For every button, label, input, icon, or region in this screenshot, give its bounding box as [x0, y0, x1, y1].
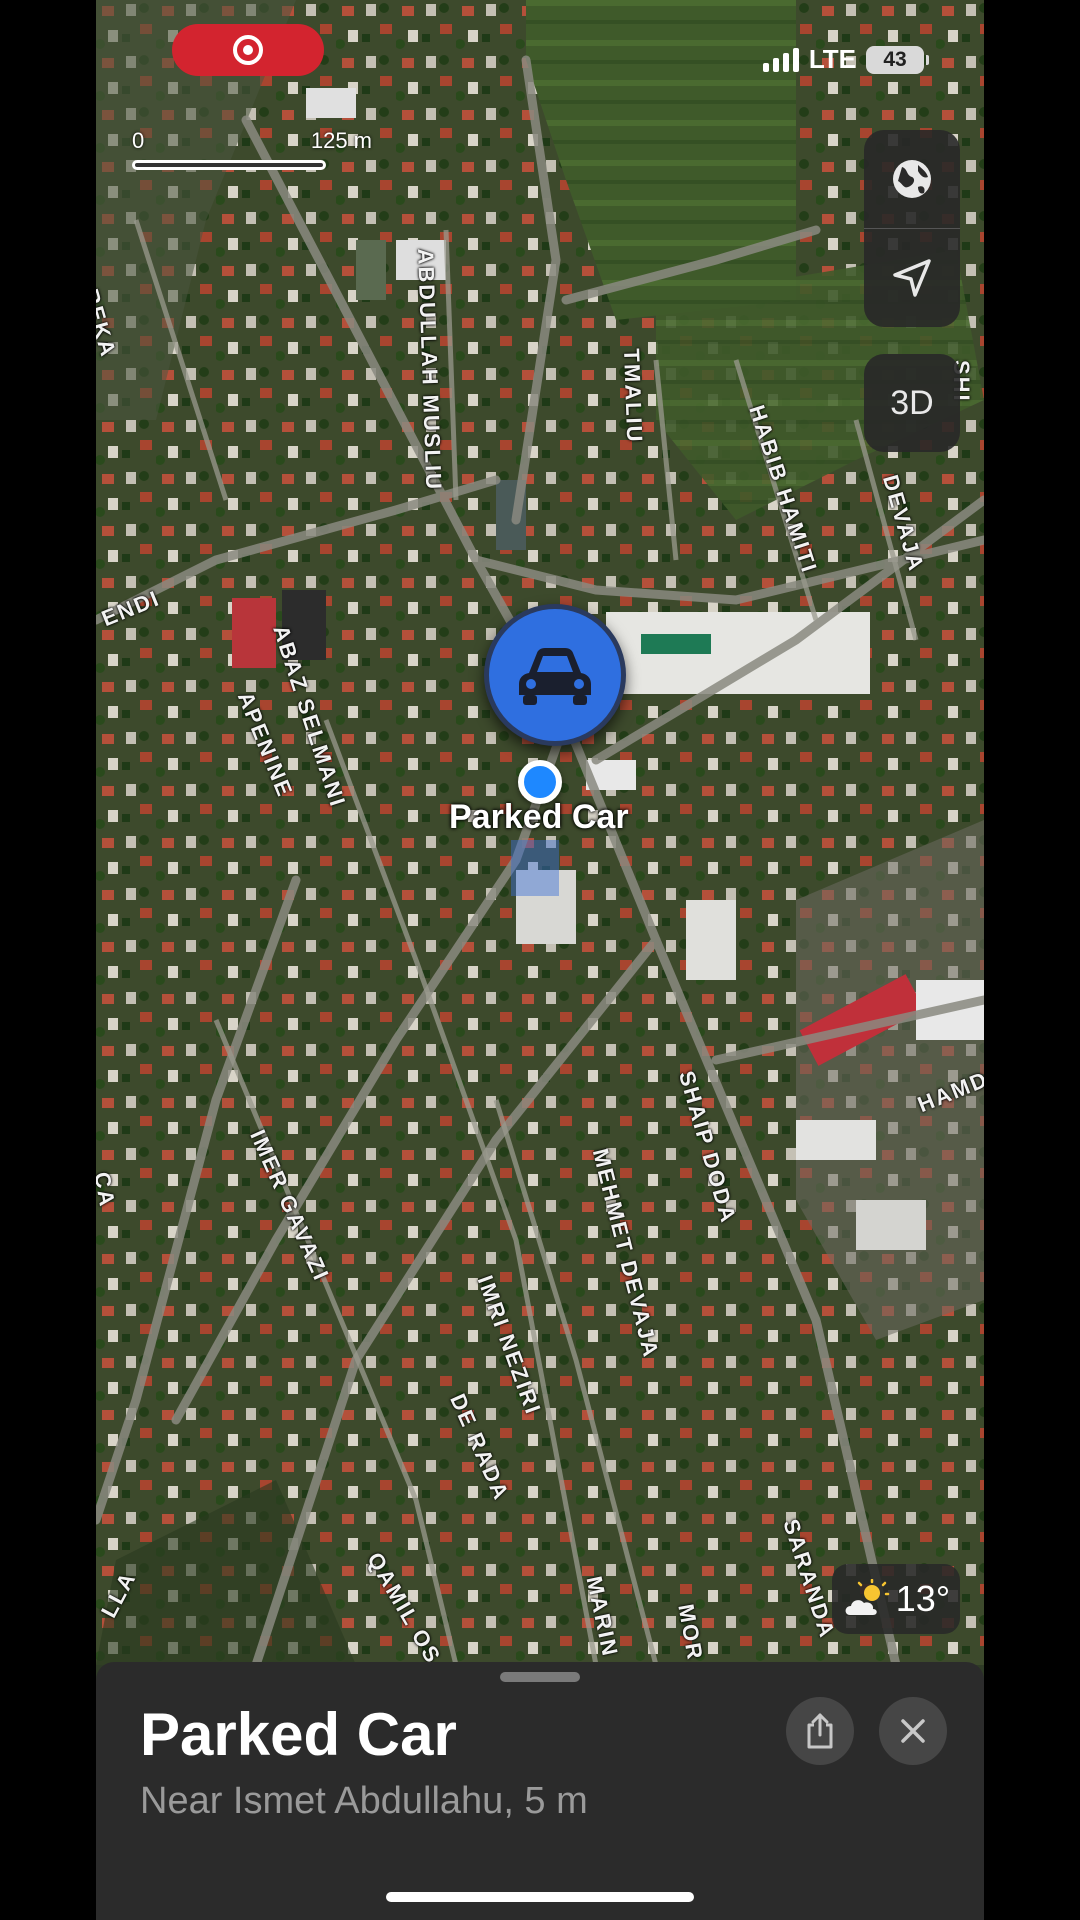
scale-bar	[132, 160, 326, 170]
sheet-subtitle: Near Ismet Abdullahu, 5 m	[140, 1780, 588, 1822]
place-sheet[interactable]: Parked Car Near Ismet Abdullahu, 5 m	[96, 1662, 984, 1920]
sheet-title: Parked Car	[140, 1701, 457, 1768]
three-d-button[interactable]: 3D	[864, 354, 960, 452]
scale-zero-label: 0	[132, 128, 145, 153]
current-location-button[interactable]	[864, 229, 960, 327]
weather-badge[interactable]: 13°	[832, 1564, 960, 1634]
parked-car-marker[interactable]	[484, 604, 626, 746]
close-button[interactable]	[879, 1697, 947, 1765]
screen-recording-indicator[interactable]	[172, 24, 324, 76]
record-icon	[233, 35, 263, 65]
location-arrow-icon	[893, 259, 931, 297]
scale-max-label: 125 m	[310, 128, 372, 153]
temperature: 13°	[895, 1578, 951, 1619]
map-scale: 0 125 m	[132, 128, 372, 174]
share-button[interactable]	[786, 1697, 854, 1765]
status-bar-right: LTE 43	[762, 44, 929, 75]
share-icon	[807, 1713, 833, 1749]
home-indicator[interactable]	[386, 1892, 694, 1902]
network-type: LTE	[808, 44, 856, 74]
street-label: TMALIU	[619, 348, 648, 444]
maps-screen: ABDULLAH MUSLIU TMALIU HABIB HAMITI DEVA…	[96, 0, 984, 1920]
partly-sunny-icon	[845, 1579, 890, 1615]
cellular-signal-icon	[762, 47, 799, 72]
map-mode-button[interactable]	[864, 130, 960, 229]
battery-indicator: 43	[866, 45, 929, 74]
parked-car-label: Parked Car	[449, 798, 629, 836]
close-icon	[901, 1719, 925, 1743]
sheet-grabber[interactable]	[500, 1672, 580, 1682]
globe-icon	[893, 160, 931, 198]
car-icon	[519, 648, 591, 705]
